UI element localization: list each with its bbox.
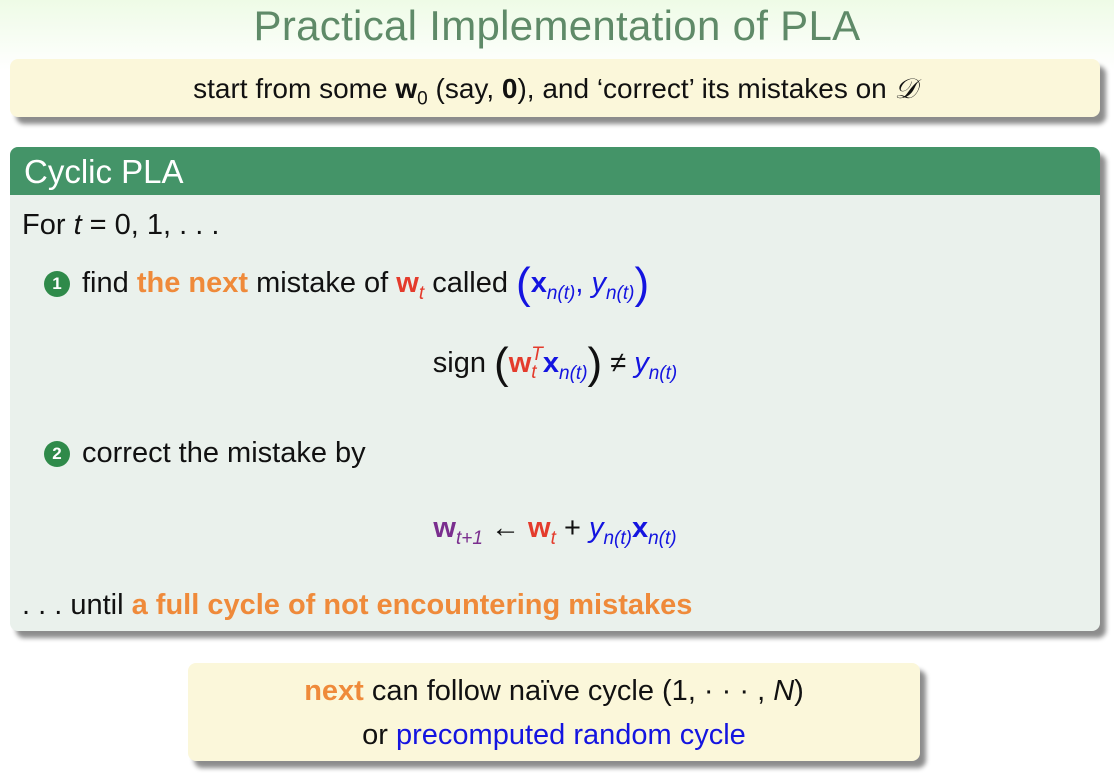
eq1-x-sub: n(t) — [559, 362, 588, 384]
eq1-y-sub: n(t) — [648, 362, 678, 384]
for-rest: = 0, 1, . . . — [81, 209, 220, 241]
step-1-w: w — [396, 267, 419, 299]
equation-update: wt+1 ← wt + yn(t)xn(t) — [10, 512, 1100, 550]
equation-sign: sign (w Tt xn(t)) ≠ yn(t) — [10, 339, 1100, 389]
eq2-y-sub: n(t) — [603, 527, 632, 549]
step-2: 2 correct the mistake by — [44, 437, 366, 470]
eq2-x-sub: n(t) — [648, 527, 677, 549]
for-prefix: For — [22, 209, 74, 241]
for-t: t — [73, 209, 82, 241]
step-1-lparen: ( — [516, 259, 531, 308]
bottom-note: next can follow naïve cycle (1, · · · , … — [188, 663, 920, 761]
bottom-note-line-1: next can follow naïve cycle (1, · · · , … — [188, 669, 920, 713]
n-symbol: N — [773, 675, 795, 707]
bottom-note-line-2: or precomputed random cycle — [188, 713, 920, 757]
bottom-note-text-1: can follow naïve cycle (1, · · · , — [363, 675, 774, 707]
eq2-w-next-sub: t+1 — [455, 527, 483, 549]
dataset-symbol: 𝒟 — [894, 74, 917, 105]
step-1-comma: , — [575, 267, 592, 299]
top-note-text-1: start from some — [193, 73, 396, 104]
eq1-w-sub: t — [531, 362, 537, 383]
eq2-arrow: ← — [482, 512, 529, 544]
step-1-text-1: find — [82, 267, 137, 299]
step-1: 1 find the next mistake of wt called (xn(… — [44, 259, 649, 309]
eq2-plus: + — [555, 512, 589, 544]
top-note: start from some w0 (say, 0), and ‘correc… — [10, 59, 1100, 117]
bottom-note-text-3: or — [362, 719, 397, 751]
top-note-text-3: ), and ‘correct’ its mistakes on — [517, 73, 895, 104]
next-highlight: next — [304, 675, 364, 707]
step-2-text: correct the mistake by — [82, 437, 366, 469]
step-2-number: 2 — [44, 441, 70, 467]
step-1-number: 1 — [44, 271, 70, 297]
eq2-w-next: w — [433, 512, 456, 544]
step-1-rparen: ) — [634, 259, 650, 308]
eq1-w: w — [508, 347, 532, 379]
bottom-note-text-2: ) — [794, 675, 804, 707]
step-1-x-sub: n(t) — [546, 282, 576, 304]
page-title: Practical Implementation of PLA — [253, 2, 861, 49]
w-symbol: w — [395, 73, 418, 104]
until-highlight: a full cycle of not encountering mistake… — [131, 589, 693, 621]
step-1-x: x — [530, 267, 547, 299]
eq1-y: y — [634, 347, 649, 379]
step-1-y-sub: n(t) — [605, 282, 635, 304]
step-1-text-3: called — [424, 267, 517, 299]
eq2-x: x — [631, 512, 649, 544]
eq2-w: w — [528, 512, 551, 544]
eq1-x: x — [542, 347, 560, 379]
block-header: Cyclic PLA — [10, 147, 1100, 195]
eq1-neq: ≠ — [602, 347, 635, 379]
until-prefix: . . . until — [22, 589, 132, 621]
for-line: For t = 0, 1, . . . — [22, 209, 219, 242]
cyclic-pla-block: Cyclic PLA For t = 0, 1, . . . 1 find the… — [10, 147, 1100, 631]
eq1-lparen: ( — [494, 339, 509, 388]
step-1-highlight: the next — [136, 267, 249, 299]
step-1-y: y — [591, 267, 606, 299]
top-note-text-2: (say, — [427, 73, 502, 104]
random-cycle-highlight: precomputed random cycle — [396, 719, 746, 751]
w-subscript: 0 — [417, 88, 428, 110]
zero-vector: 0 — [501, 73, 518, 104]
eq1-rparen: ) — [587, 339, 603, 388]
eq2-y: y — [588, 512, 604, 544]
step-1-text-2: mistake of — [248, 267, 397, 299]
until-line: . . . until a full cycle of not encounte… — [22, 589, 692, 622]
eq1-sign: sign — [432, 347, 495, 379]
